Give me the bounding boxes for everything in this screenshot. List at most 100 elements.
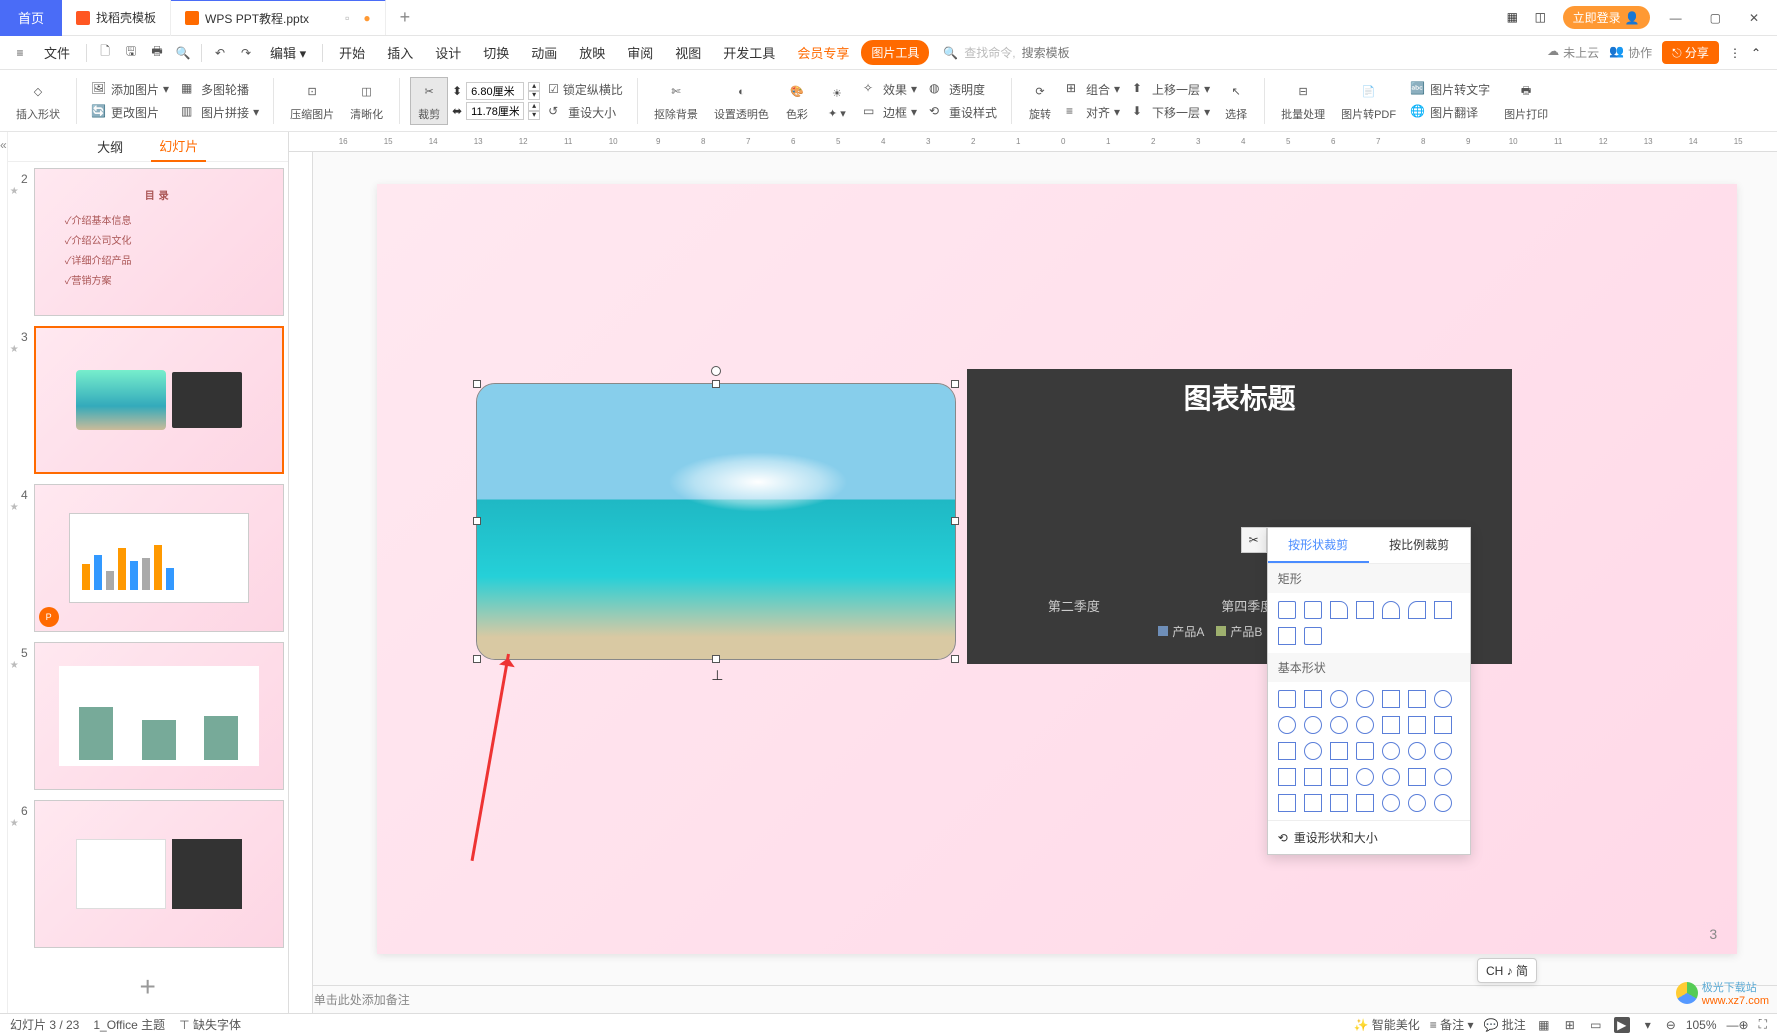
crop-shape-rect[interactable] — [1278, 627, 1296, 645]
tab-document[interactable]: WPS PPT教程.pptx▫● — [171, 0, 386, 35]
crop-floating-button[interactable]: ✂ — [1241, 527, 1267, 553]
crop-shape-basic[interactable] — [1304, 690, 1322, 708]
window-close[interactable]: ✕ — [1741, 7, 1767, 29]
edit-menu[interactable]: 编辑 ▾ — [260, 37, 316, 68]
crop-shape-rect[interactable] — [1304, 601, 1322, 619]
apps-icon[interactable]: ◫ — [1535, 10, 1551, 26]
crop-shape-rect[interactable] — [1408, 601, 1426, 619]
fit-button[interactable]: ⛶ — [1759, 1017, 1767, 1032]
crop-button[interactable]: ✂裁剪 — [410, 77, 448, 125]
menu-view[interactable]: 视图 — [665, 37, 711, 68]
crop-shape-basic[interactable] — [1382, 716, 1400, 734]
crop-shape-basic[interactable] — [1330, 716, 1348, 734]
resize-handle-ne[interactable] — [951, 380, 959, 388]
spin-down[interactable]: ▾ — [528, 111, 540, 120]
menu-insert[interactable]: 插入 — [377, 37, 423, 68]
search-input[interactable] — [1022, 46, 1162, 60]
file-menu[interactable]: 文件 — [34, 37, 80, 68]
more-icon[interactable]: ⋮ — [1729, 46, 1741, 60]
add-image-button[interactable]: 🖼添加图片 ▾ — [87, 79, 173, 100]
menu-devtools[interactable]: 开发工具 — [713, 37, 785, 68]
crop-shape-basic[interactable] — [1330, 742, 1348, 760]
rotate-handle[interactable] — [711, 366, 721, 376]
thumbnails-list[interactable]: 2★ 目录✓介绍基本信息✓介绍公司文化✓详细介绍产品✓营销方案 3★ 4★ P … — [8, 162, 288, 961]
crop-shape-rect[interactable] — [1304, 627, 1322, 645]
crop-shape-rect[interactable] — [1356, 601, 1374, 619]
undo-icon[interactable]: ↶ — [208, 41, 232, 65]
print-image-button[interactable]: 🖶图片打印 — [1498, 78, 1554, 124]
effects-button[interactable]: ✧效果 ▾ — [859, 79, 921, 100]
collapse-panel-button[interactable]: « — [0, 132, 8, 1013]
smart-beautify-button[interactable]: ✨ 智能美化 — [1353, 1016, 1419, 1033]
redo-icon[interactable]: ↷ — [234, 41, 258, 65]
crop-shape-basic[interactable] — [1408, 690, 1426, 708]
rotate-button[interactable]: ⟳旋转 — [1022, 78, 1058, 124]
border-button[interactable]: ▭边框 ▾ — [859, 102, 921, 123]
crop-shape-basic[interactable] — [1330, 768, 1348, 786]
missing-fonts[interactable]: ⊤ 缺失字体 — [179, 1016, 241, 1033]
move-down-button[interactable]: ⬇下移一层 ▾ — [1128, 102, 1214, 123]
crop-shape-basic[interactable] — [1382, 768, 1400, 786]
preview-icon[interactable]: 🔍 — [171, 41, 195, 65]
view-reading-icon[interactable]: ▭ — [1588, 1017, 1604, 1033]
crop-shape-basic[interactable] — [1434, 690, 1452, 708]
image-layout-button[interactable]: ▥图片拼接 ▾ — [177, 102, 263, 123]
view-sorter-icon[interactable]: ⊞ — [1562, 1017, 1578, 1033]
crop-shape-rect[interactable] — [1278, 601, 1296, 619]
crop-shape-basic[interactable] — [1304, 742, 1322, 760]
zoom-level[interactable]: 105% — [1686, 1018, 1717, 1032]
resize-handle-w[interactable] — [473, 517, 481, 525]
add-slide-button[interactable]: + — [8, 961, 288, 1013]
crop-shape-basic[interactable] — [1304, 716, 1322, 734]
crop-shape-basic[interactable] — [1382, 742, 1400, 760]
translate-button[interactable]: 🌐图片翻译 — [1406, 102, 1494, 123]
crop-shape-basic[interactable] — [1434, 794, 1452, 812]
slideshow-dropdown[interactable]: ▾ — [1640, 1017, 1656, 1033]
menu-picture-tools[interactable]: 图片工具 — [861, 40, 929, 65]
to-pdf-button[interactable]: 📄图片转PDF — [1335, 78, 1402, 124]
resize-handle-nw[interactable] — [473, 380, 481, 388]
crop-shape-basic[interactable] — [1330, 690, 1348, 708]
slides-tab[interactable]: 幻灯片 — [151, 131, 206, 162]
crop-shape-basic[interactable] — [1278, 794, 1296, 812]
crop-shape-basic[interactable] — [1356, 690, 1374, 708]
crop-shape-basic[interactable] — [1278, 768, 1296, 786]
slide-thumb-2[interactable]: 目录✓介绍基本信息✓介绍公司文化✓详细介绍产品✓营销方案 — [34, 168, 284, 316]
crop-shape-basic[interactable] — [1434, 768, 1452, 786]
menu-animation[interactable]: 动画 — [521, 37, 567, 68]
resize-handle-n[interactable] — [712, 380, 720, 388]
multi-image-button[interactable]: ▦多图轮播 — [177, 79, 263, 100]
resize-handle-s[interactable] — [712, 655, 720, 663]
save-icon[interactable]: 🖫 — [119, 41, 143, 65]
width-input[interactable] — [466, 102, 524, 120]
menu-start[interactable]: 开始 — [329, 37, 375, 68]
crop-shape-basic[interactable] — [1408, 716, 1426, 734]
align-button[interactable]: ≡对齐 ▾ — [1062, 102, 1124, 123]
change-image-button[interactable]: 🔄更改图片 — [87, 102, 173, 123]
expand-icon[interactable]: ⌃ — [1751, 46, 1761, 60]
outline-tab[interactable]: 大纲 — [89, 132, 131, 161]
tab-template-store[interactable]: 找稻壳模板 — [62, 0, 171, 36]
notes-bar[interactable]: ≡ 单击此处添加备注 — [289, 985, 1777, 1013]
notes-toggle[interactable]: ≡ 备注 ▾ — [1430, 1016, 1474, 1033]
crop-shape-basic[interactable] — [1382, 690, 1400, 708]
combine-button[interactable]: ⊞组合 ▾ — [1062, 79, 1124, 100]
crop-shape-basic[interactable] — [1434, 742, 1452, 760]
login-button[interactable]: 立即登录👤 — [1563, 6, 1650, 29]
set-transparency-button[interactable]: ◐设置透明色 — [708, 78, 775, 124]
comments-toggle[interactable]: 💬 批注 — [1483, 1016, 1525, 1033]
crop-shape-basic[interactable] — [1408, 768, 1426, 786]
crop-shape-basic[interactable] — [1304, 794, 1322, 812]
crop-shape-basic[interactable] — [1356, 768, 1374, 786]
window-minimize[interactable]: — — [1662, 7, 1690, 29]
tab-menu-icon[interactable]: ▫ — [345, 11, 349, 25]
crop-shape-basic[interactable] — [1408, 742, 1426, 760]
menu-member[interactable]: 会员专享 — [787, 37, 859, 68]
zoom-in-button[interactable]: —⊕ — [1727, 1018, 1749, 1032]
slide-thumb-5[interactable] — [34, 642, 284, 790]
ime-indicator[interactable]: CH ♪ 简 — [1477, 958, 1537, 983]
slide-thumb-3[interactable] — [34, 326, 284, 474]
cloud-status[interactable]: ☁未上云 — [1547, 44, 1599, 61]
crop-shape-basic[interactable] — [1382, 794, 1400, 812]
crop-tab-ratio[interactable]: 按比例裁剪 — [1369, 528, 1470, 563]
